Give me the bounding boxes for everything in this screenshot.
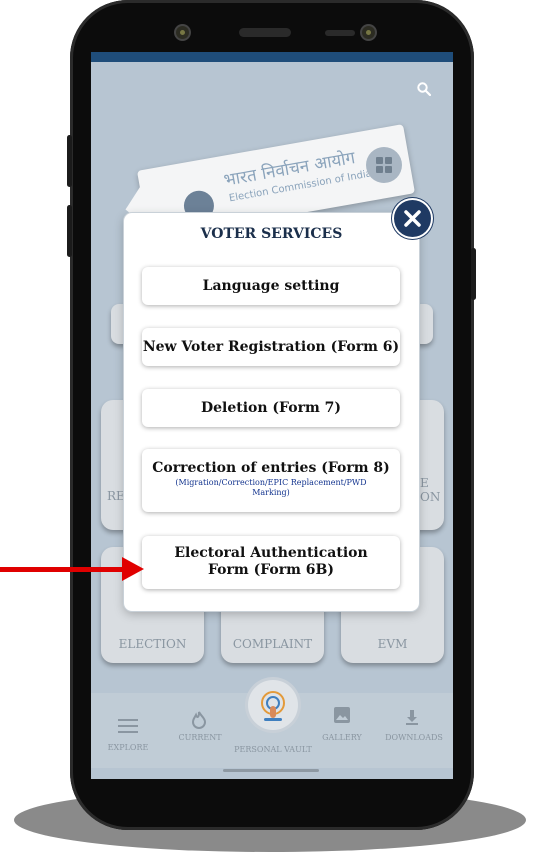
voter-services-dialog: VOTER SERVICES Language setting New Vote… [124,213,419,611]
option-sublabel: (Migration/Correction/EPIC Replacement/P… [175,478,367,497]
option-label: Electoral Authentication Form (Form 6B) [174,545,368,578]
front-camera [176,26,189,39]
image-icon[interactable] [333,706,351,724]
tile-label-fragment-right-top: E [420,476,429,490]
electoral-authentication-form-option[interactable]: Electoral Authentication Form (Form 6B) [142,536,400,589]
earpiece-speaker [239,28,291,37]
election-tile-label: ELECTION [118,637,187,651]
dialog-title: VOTER SERVICES [200,226,343,242]
search-icon[interactable] [417,82,431,96]
option-label: New Voter Registration (Form 6) [142,339,400,355]
evm-tile-label: EVM [377,637,408,651]
nav-personal-vault-label[interactable]: PERSONAL VAULT [223,745,323,754]
proximity-sensor [325,30,355,36]
fingerprint-icon [261,691,285,721]
annotation-arrow-shaft [0,567,128,572]
personal-vault-button[interactable] [248,680,298,730]
option-label: Language setting [202,278,340,294]
option-label: Deletion (Form 7) [200,400,341,416]
nav-current-label[interactable]: CURRENT [173,733,227,742]
nav-downloads-label[interactable]: DOWNLOADS [384,733,444,742]
front-sensor [362,26,375,39]
phone-side-button-left-2 [67,205,72,257]
nav-gallery-label[interactable]: GALLERY [315,733,369,742]
option-label: Correction of entries (Form 8) [152,460,390,476]
grid-menu-icon[interactable] [366,147,402,183]
home-indicator [223,769,319,772]
status-bar [91,52,453,62]
nav-explore-label[interactable]: EXPLORE [101,743,155,752]
flame-icon[interactable] [192,711,206,729]
phone-side-button-right [471,248,476,300]
close-dialog-button[interactable] [394,200,431,237]
language-setting-option[interactable]: Language setting [142,267,400,305]
deletion-option[interactable]: Deletion (Form 7) [142,389,400,427]
download-icon[interactable] [404,709,420,725]
new-voter-registration-option[interactable]: New Voter Registration (Form 6) [142,328,400,366]
annotation-arrow-head [122,557,144,581]
correction-of-entries-option[interactable]: Correction of entries (Form 8) (Migratio… [142,449,400,512]
close-icon [404,210,421,227]
phone-side-button-left-1 [67,135,72,187]
tile-label-fragment-left: RE [107,489,125,503]
complaint-tile-label: COMPLAINT [232,637,313,651]
tile-label-fragment-right-bottom: ON [420,490,441,504]
menu-icon[interactable] [118,719,138,733]
